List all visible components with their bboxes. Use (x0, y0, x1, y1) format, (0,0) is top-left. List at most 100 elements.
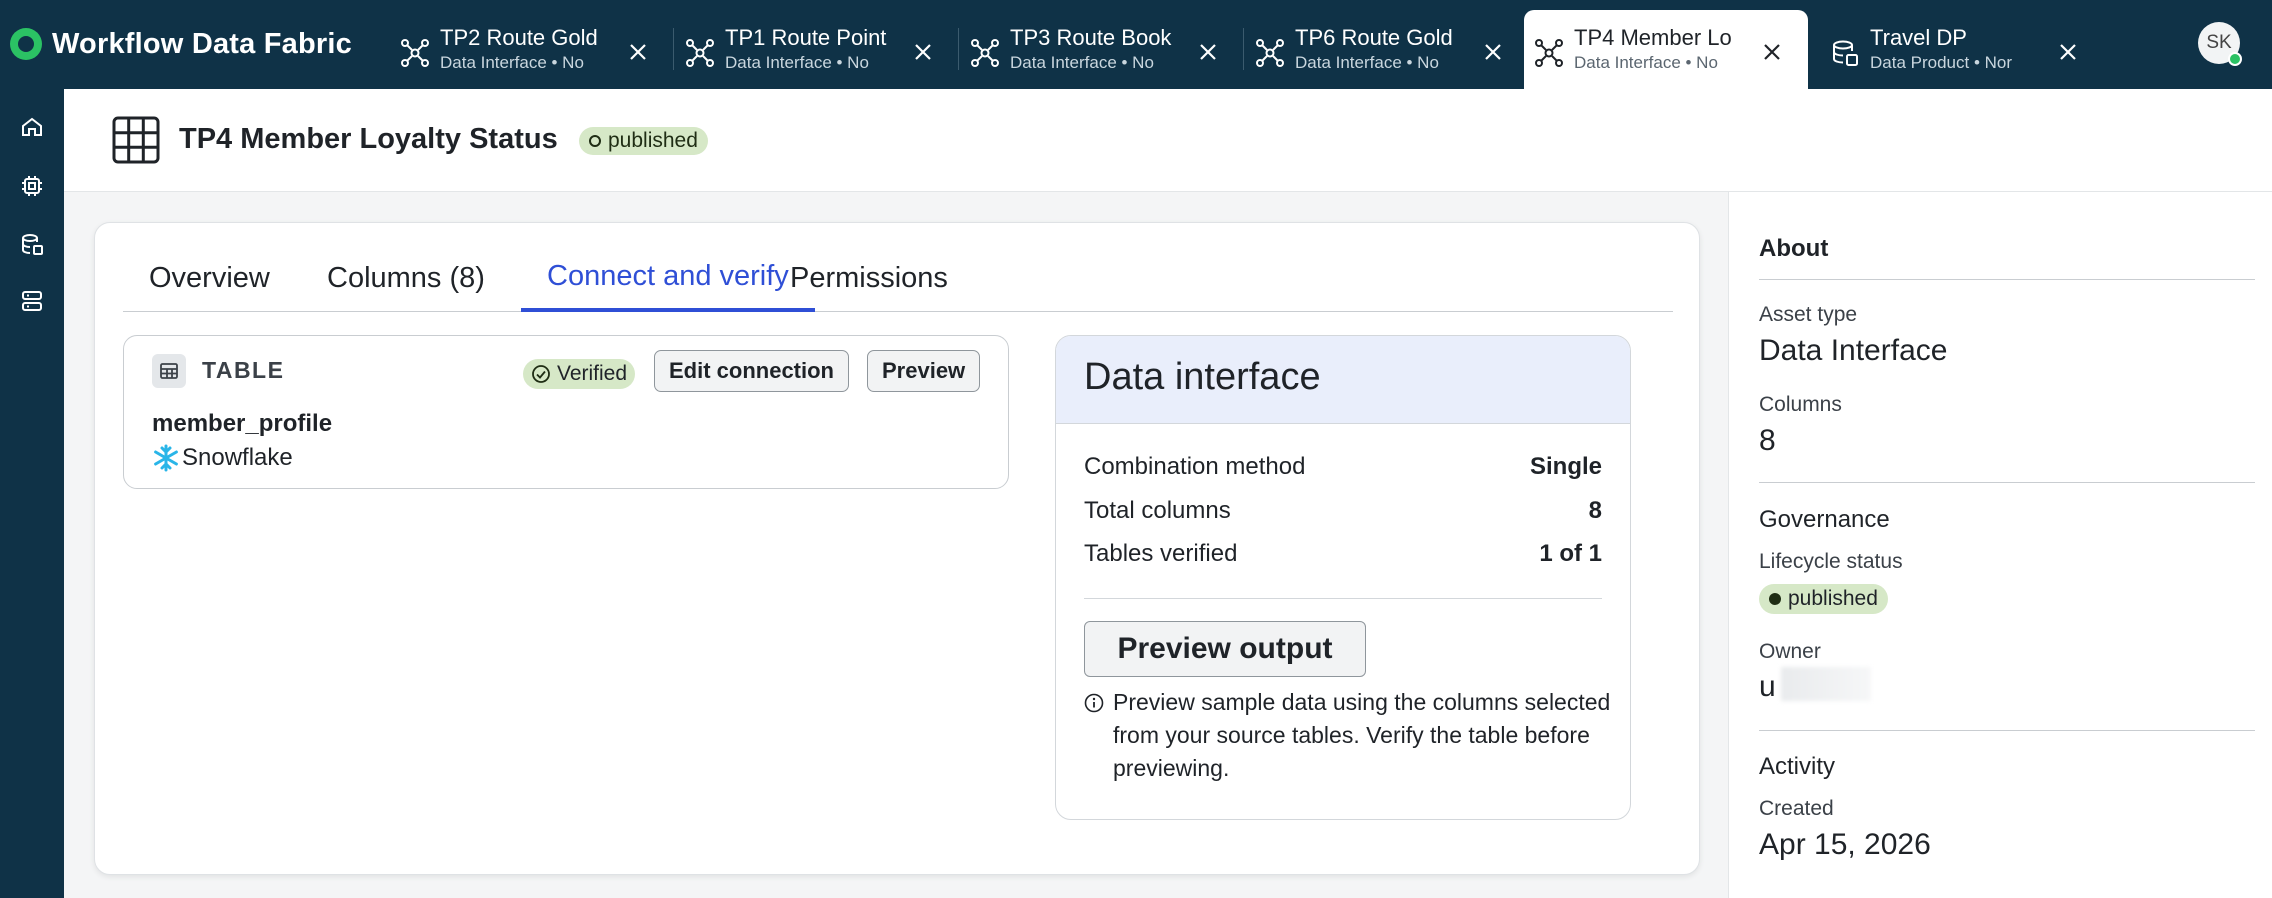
data-interface-panel: Data interface Combination method Single… (1055, 335, 1631, 820)
row-label: Tables verified (1084, 540, 1238, 567)
network-icon (1535, 39, 1563, 67)
columns-value: 8 (1759, 424, 1776, 457)
row-value: 1 of 1 (1539, 540, 1602, 567)
lifecycle-status-badge: published (1759, 584, 1888, 614)
about-heading: About (1759, 235, 1829, 262)
page-title: TP4 Member Loyalty Status (179, 123, 558, 155)
database-icon[interactable] (14, 226, 50, 262)
tables-verified-row: Tables verified 1 of 1 (1084, 538, 1602, 570)
verified-badge: Verified (523, 359, 636, 389)
data-interface-title: Data interface (1084, 356, 1321, 398)
table-source: Snowflake (152, 444, 293, 472)
status-badge: published (579, 127, 708, 155)
tab-divider (1243, 28, 1244, 70)
tab-title: TP1 Route Point (725, 25, 887, 50)
close-icon[interactable] (2052, 36, 2084, 68)
main-area: Overview Columns (8) Connect and verify … (64, 192, 1728, 898)
tab-overview[interactable]: Overview (123, 253, 296, 312)
preview-button[interactable]: Preview (867, 350, 981, 392)
divider (1084, 598, 1602, 599)
tab-title: TP2 Route Gold (440, 25, 598, 50)
tab-columns[interactable]: Columns (8) (301, 253, 511, 312)
total-columns-row: Total columns 8 (1084, 495, 1602, 527)
status-label: published (608, 129, 698, 152)
status-ring-icon (589, 135, 601, 147)
close-icon[interactable] (1477, 36, 1509, 68)
tab-permissions[interactable]: Permissions (764, 253, 974, 312)
check-circle-icon (532, 365, 550, 383)
activity-heading: Activity (1759, 753, 1836, 780)
owner-value: u (1759, 670, 1776, 703)
table-source-label: Snowflake (182, 444, 293, 471)
table-kind-label: TABLE (202, 357, 285, 383)
tab-title: TP4 Member Lo (1574, 25, 1732, 50)
lifecycle-label: Lifecycle status (1759, 550, 1903, 573)
divider (1759, 279, 2255, 280)
owner-label: Owner (1759, 640, 1821, 663)
tab-divider (958, 28, 959, 70)
data-product-icon (1833, 40, 1858, 66)
network-icon (971, 39, 999, 67)
tab-title: TP3 Route Book (1010, 25, 1172, 50)
close-icon[interactable] (622, 36, 654, 68)
asset-type-label: Asset type (1759, 303, 1858, 326)
content-card: Overview Columns (8) Connect and verify … (94, 222, 1700, 875)
tab-tp4-member-loyalty[interactable]: TP4 Member Lo Data Interface • No (1524, 10, 1808, 89)
tab-divider (673, 28, 674, 70)
divider (1759, 730, 2255, 731)
network-icon (686, 39, 714, 67)
tab-travel-dp[interactable]: Travel DP Data Product • Nor (1820, 10, 2104, 89)
info-icon (1084, 693, 1104, 713)
chip-icon[interactable] (14, 168, 50, 204)
edit-connection-button[interactable]: Edit connection (654, 350, 849, 392)
snowflake-icon (154, 444, 178, 472)
tab-tp3-route-book[interactable]: TP3 Route Book Data Interface • No (960, 10, 1244, 89)
tab-tp1-route-point[interactable]: TP1 Route Point Data Interface • No (675, 10, 959, 89)
brand-logo-icon (10, 28, 42, 60)
tab-subtitle: Data Interface • No (1574, 53, 1718, 72)
tab-subtitle: Data Interface • No (725, 53, 869, 72)
network-icon (1256, 39, 1284, 67)
tab-tp2-route-gold[interactable]: TP2 Route Gold Data Interface • No (390, 10, 674, 89)
table-icon (152, 354, 186, 388)
table-connection-card: TABLE Verified Edit connection Preview m… (123, 335, 1009, 489)
server-icon[interactable] (14, 283, 50, 319)
row-label: Total columns (1084, 497, 1231, 524)
row-value: 8 (1588, 497, 1602, 524)
row-value: Single (1529, 453, 1602, 480)
page-tabs: Overview Columns (8) Connect and verify … (123, 253, 1673, 312)
redacted-owner (1781, 667, 1871, 701)
tab-title: Travel DP (1870, 25, 1967, 50)
top-bar: Workflow Data Fabric TP2 Route Gold Data… (0, 0, 2272, 89)
about-sidebar: About Asset type Data Interface Columns … (1728, 192, 2272, 898)
preview-help-text: Preview sample data using the columns se… (1113, 689, 1611, 781)
tab-subtitle: Data Product • Nor (1870, 53, 2013, 72)
home-icon[interactable] (14, 109, 50, 145)
tab-tp6-route-gold[interactable]: TP6 Route Gold Data Interface • No (1245, 10, 1529, 89)
page-header: TP4 Member Loyalty Status published (64, 89, 2272, 192)
app-brand[interactable]: Workflow Data Fabric (10, 22, 352, 66)
close-icon[interactable] (907, 36, 939, 68)
app-name: Workflow Data Fabric (52, 27, 352, 60)
close-icon[interactable] (1192, 36, 1224, 68)
created-label: Created (1759, 797, 1834, 820)
status-dot-icon (1769, 593, 1781, 605)
governance-heading: Governance (1759, 506, 1890, 533)
tab-subtitle: Data Interface • No (1295, 53, 1439, 72)
table-name: member_profile (152, 410, 333, 437)
left-rail (0, 89, 64, 898)
columns-label: Columns (1759, 393, 1842, 416)
online-status-icon (2228, 52, 2242, 66)
asset-type-value: Data Interface (1759, 334, 1948, 367)
preview-output-button[interactable]: Preview output (1084, 621, 1366, 677)
created-value: Apr 15, 2026 (1759, 828, 1931, 861)
tab-subtitle: Data Interface • No (440, 53, 584, 72)
network-icon (401, 39, 429, 67)
lifecycle-status-label: published (1788, 587, 1878, 610)
tab-subtitle: Data Interface • No (1010, 53, 1154, 72)
data-interface-header: Data interface (1056, 336, 1630, 424)
row-label: Combination method (1084, 453, 1306, 480)
tab-title: TP6 Route Gold (1295, 25, 1453, 50)
close-icon[interactable] (1756, 36, 1788, 68)
table-grid-icon (112, 116, 160, 164)
